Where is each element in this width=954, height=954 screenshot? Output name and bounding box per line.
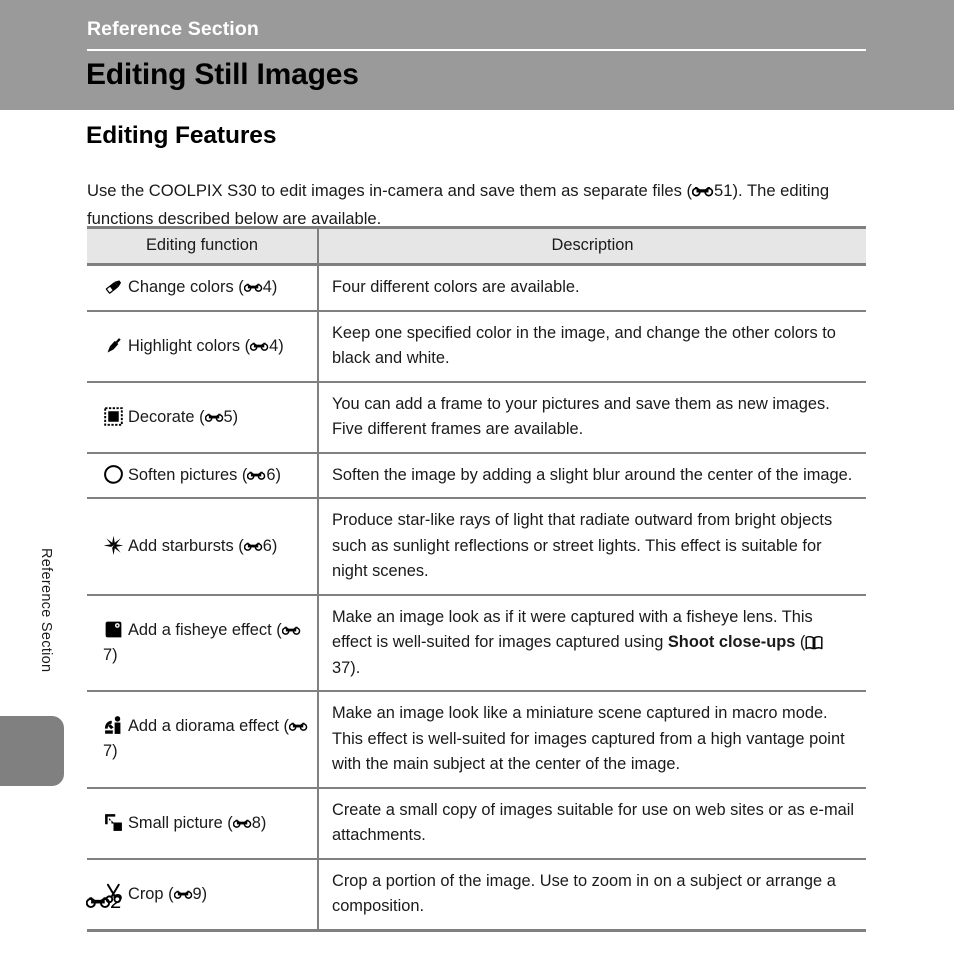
reference-mark-icon xyxy=(173,889,193,900)
description-cell: Create a small copy of images suitable f… xyxy=(318,787,866,860)
description-text: Keep one specified color in the image, a… xyxy=(332,323,836,368)
table-row: Highlight colors (4) Keep one specified c… xyxy=(87,310,866,383)
book-icon xyxy=(805,634,823,650)
editing-function-name: Decorate xyxy=(128,407,195,426)
table-row: Small picture (8) Create a small copy of … xyxy=(87,787,866,860)
description-text: Soften the image by adding a slight blur… xyxy=(332,465,853,484)
description-emphasis: Shoot close-ups xyxy=(667,633,796,651)
editing-features-table: Editing function Description Change colo… xyxy=(87,226,866,932)
editing-function-reference: 6 xyxy=(262,536,272,555)
description-text: ( xyxy=(795,633,806,651)
page-number: 2 xyxy=(111,891,122,913)
small-picture-icon xyxy=(103,812,124,831)
editing-function-name: Add starbursts xyxy=(128,536,234,555)
page-title: Editing Still Images xyxy=(86,58,359,91)
reference-mark-icon xyxy=(243,282,263,293)
editing-function-cell: Add a diorama effect (7) xyxy=(87,691,319,789)
table-row: Crop (9) Crop a portion of the image. Use… xyxy=(87,858,866,932)
table-row: Add starbursts (6) Produce star-like rays… xyxy=(87,498,866,596)
editing-function-name: Highlight colors xyxy=(128,336,241,355)
header-eyebrow: Reference Section xyxy=(87,18,259,40)
pen-icon xyxy=(103,335,124,354)
description-cell: You can add a frame to your pictures and… xyxy=(318,381,866,454)
diorama-icon xyxy=(103,715,124,735)
description-text: You can add a frame to your pictures and… xyxy=(332,394,830,439)
intro-text-before: Use the COOLPIX S30 to edit images in-ca… xyxy=(87,180,693,200)
table-row: Change colors (4) Four different colors a… xyxy=(87,264,866,312)
editing-function-cell: Change colors (4) xyxy=(87,264,319,312)
reference-mark-icon xyxy=(247,470,266,481)
description-cell: Four different colors are available. xyxy=(318,264,866,312)
editing-function-name: Soften pictures xyxy=(128,465,238,484)
column-header-function: Editing function xyxy=(87,226,319,266)
section-tab-marker xyxy=(0,716,64,786)
description-cell: Crop a portion of the image. Use to zoom… xyxy=(318,858,866,932)
description-cell: Produce star-like rays of light that rad… xyxy=(318,498,866,596)
editing-function-cell: Add starbursts (6) xyxy=(87,498,319,596)
fisheye-icon xyxy=(103,619,124,638)
editing-function-cell: Soften pictures (6) xyxy=(87,452,319,499)
reference-mark-icon xyxy=(86,895,111,909)
page-header-band: Reference Section Editing Still Images xyxy=(0,0,954,110)
editing-function-name: Change colors xyxy=(128,278,234,297)
starburst-icon xyxy=(103,535,124,556)
editing-function-reference: 7 xyxy=(103,742,113,761)
reference-mark-icon xyxy=(281,625,301,636)
header-divider xyxy=(87,49,866,51)
section-side-label: Reference Section xyxy=(38,548,54,673)
reference-mark-icon xyxy=(288,721,308,732)
description-cell: Make an image look like a miniature scen… xyxy=(318,691,866,789)
table-header-row: Editing function Description xyxy=(87,226,866,266)
description-text: Make an image look like a miniature scen… xyxy=(332,704,845,773)
description-text: Crop a portion of the image. Use to zoom… xyxy=(332,871,836,916)
column-header-description: Description xyxy=(318,226,866,266)
manual-page-reference: 37 xyxy=(332,658,351,677)
editing-function-name: Crop xyxy=(128,884,164,903)
marker-icon xyxy=(103,276,124,295)
editing-function-reference: 8 xyxy=(251,813,261,832)
blob-icon xyxy=(103,464,124,484)
editing-function-name: Add a diorama effect xyxy=(128,717,279,736)
editing-function-reference: 4 xyxy=(262,278,272,297)
editing-function-cell: Small picture (8) xyxy=(87,787,319,860)
editing-function-reference: 5 xyxy=(223,407,233,426)
editing-function-reference: 6 xyxy=(266,465,276,484)
table-row: Soften pictures (6) Soften the image by a… xyxy=(87,452,866,499)
frame-icon xyxy=(103,406,124,426)
editing-function-name: Add a fisheye effect xyxy=(128,620,272,639)
intro-paragraph: Use the COOLPIX S30 to edit images in-ca… xyxy=(87,177,869,233)
editing-function-name: Small picture xyxy=(128,813,223,832)
description-cell: Keep one specified color in the image, a… xyxy=(318,310,866,383)
editing-function-reference: 7 xyxy=(103,645,113,664)
reference-mark-icon xyxy=(250,341,269,352)
table-row: Add a fisheye effect (7) Make an image lo… xyxy=(87,594,866,692)
editing-function-cell: Add a fisheye effect (7) xyxy=(87,594,319,692)
table-body: Change colors (4) Four different colors a… xyxy=(87,264,866,932)
editing-function-cell: Decorate (5) xyxy=(87,381,319,454)
reference-mark-icon xyxy=(232,818,252,829)
reference-mark-icon xyxy=(204,412,224,423)
page-footer: 2 xyxy=(86,891,122,914)
intro-reference-number: 51 xyxy=(714,180,733,200)
section-heading: Editing Features xyxy=(86,122,277,149)
description-text: ). xyxy=(350,658,361,677)
description-text: Four different colors are available. xyxy=(332,278,580,296)
editing-function-reference: 9 xyxy=(192,884,202,903)
description-text: Create a small copy of images suitable f… xyxy=(332,800,855,845)
description-cell: Soften the image by adding a slight blur… xyxy=(318,452,866,499)
table-row: Add a diorama effect (7) Make an image lo… xyxy=(87,691,866,789)
editing-function-reference: 4 xyxy=(269,336,279,355)
reference-mark-icon xyxy=(692,185,714,197)
description-cell: Make an image look as if it were capture… xyxy=(318,594,866,692)
description-text: Produce star-like rays of light that rad… xyxy=(332,511,833,580)
table-row: Decorate (5) You can add a frame to your … xyxy=(87,381,866,454)
editing-function-cell: Highlight colors (4) xyxy=(87,310,319,383)
reference-mark-icon xyxy=(243,541,263,552)
